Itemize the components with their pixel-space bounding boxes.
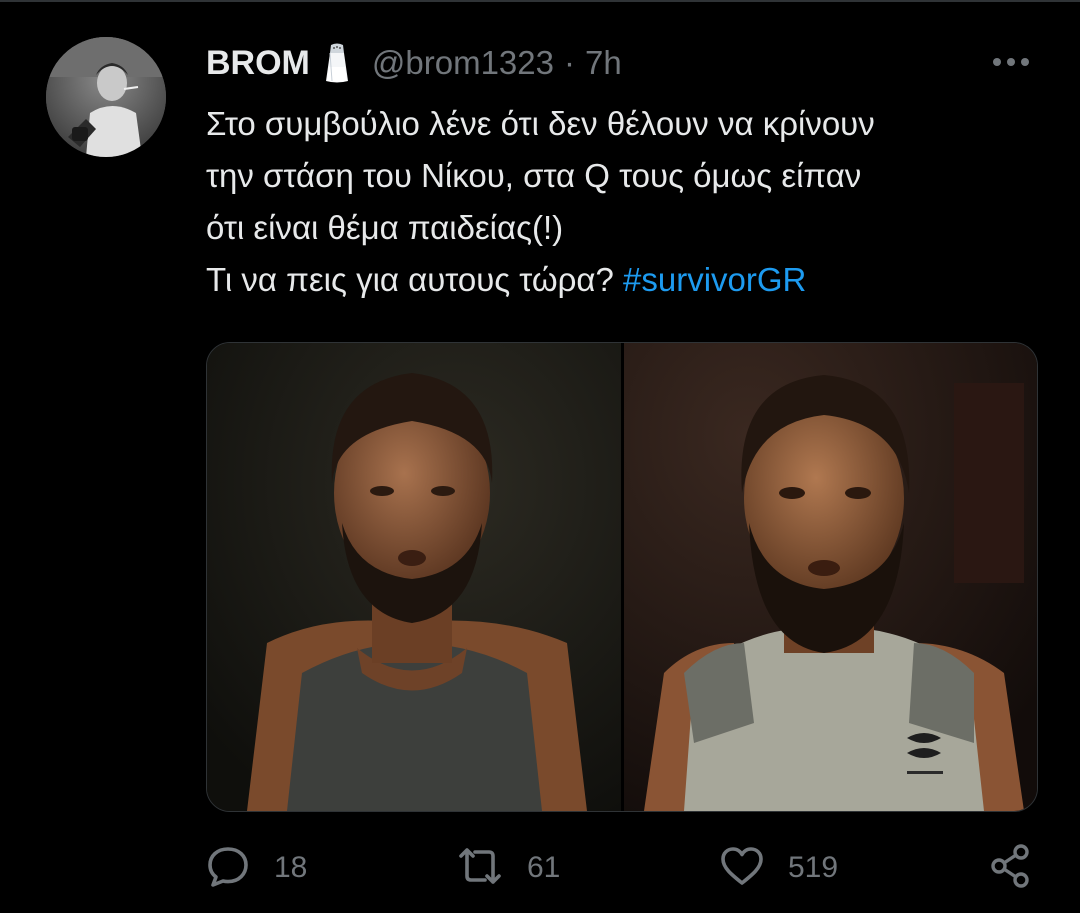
tweet-header: BROM @brom1323 · 7h xyxy=(206,40,622,86)
tweet-text: Στο συμβούλιο λένε ότι δεν θέλουν να κρί… xyxy=(206,98,1056,306)
media-grid xyxy=(206,342,1038,812)
heart-icon xyxy=(718,842,766,895)
salt-shaker-icon xyxy=(324,43,350,83)
more-options-icon[interactable] xyxy=(988,50,1034,74)
hashtag-link[interactable]: #survivorGR xyxy=(623,261,806,298)
tweet-actions: 18 61 519 xyxy=(0,840,1080,896)
reply-count: 18 xyxy=(274,851,308,884)
tweet-text-fragment: Τι να πεις για αυτους τώρα? xyxy=(206,261,624,298)
avatar-photo xyxy=(46,37,166,157)
user-handle[interactable]: @brom1323 xyxy=(372,44,554,82)
timestamp[interactable]: 7h xyxy=(585,44,622,82)
avatar[interactable] xyxy=(46,37,166,157)
tweet-text-line: Στο συμβούλιο λένε ότι δεν θέλουν να κρί… xyxy=(206,105,875,142)
retweet-count: 61 xyxy=(527,851,561,884)
tweet-text-line-last: Τι να πεις για αυτους τώρα? #survivorGR xyxy=(206,254,1056,306)
reply-button[interactable]: 18 xyxy=(204,840,307,896)
share-icon xyxy=(988,842,1034,895)
media-photo-left[interactable] xyxy=(207,343,621,811)
media-photo-right[interactable] xyxy=(624,343,1037,811)
tweet-text-line: την στάση του Νίκου, στα Q τους όμως είπ… xyxy=(206,157,862,194)
tweet-text-line: ότι είναι θέμα παιδείας(!) xyxy=(206,209,564,246)
share-button[interactable] xyxy=(988,840,1034,896)
top-divider xyxy=(0,0,1080,2)
reply-icon xyxy=(204,842,252,895)
like-count: 519 xyxy=(788,851,839,884)
display-name[interactable]: BROM xyxy=(206,44,310,83)
like-button[interactable]: 519 xyxy=(718,840,838,896)
retweet-button[interactable]: 61 xyxy=(455,840,560,896)
separator-dot: · xyxy=(564,44,575,81)
retweet-icon xyxy=(455,842,505,895)
